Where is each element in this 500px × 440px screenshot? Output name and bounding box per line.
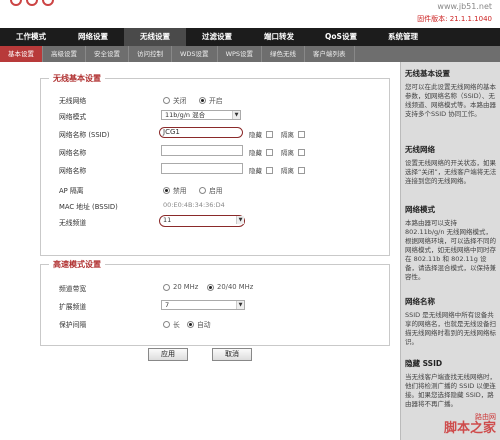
chevron-down-icon: ▼ — [236, 216, 244, 224]
ssid1-isolate-checkbox[interactable]: 隔离 — [281, 129, 305, 139]
ap-isolate-disable-radio[interactable]: 禁用 — [163, 185, 187, 195]
ssid1-hide-checkbox[interactable]: 隐藏 — [249, 129, 273, 139]
help-section: 无线网络 设置无线网络的开关状态，如果选择“关闭”，无线客户端将无法连接到您的无… — [405, 144, 497, 186]
help-title: 网络模式 — [405, 205, 435, 214]
tab-work-mode[interactable]: 工作模式 — [0, 28, 62, 46]
ssid3-isolate-checkbox[interactable]: 隔离 — [281, 165, 305, 175]
network-mode-label: 网络模式 — [59, 113, 87, 121]
tab-filter[interactable]: 过滤设置 — [186, 28, 248, 46]
basic-settings-title: 无线基本设置 — [49, 73, 105, 84]
mac-label: MAC 地址 (BSSID) — [59, 203, 118, 211]
ssid3-label: 网络名称 — [59, 167, 87, 175]
subtab-clients[interactable]: 客户端列表 — [305, 46, 355, 62]
sub-nav: 基本设置 高级设置 安全设置 访问控制 WDS设置 WPS设置 绿色无线 客户端… — [0, 46, 500, 62]
ssid2-hide-checkbox[interactable]: 隐藏 — [249, 147, 273, 157]
channel-label: 无线频道 — [59, 219, 87, 227]
ssid3-hide-checkbox[interactable]: 隐藏 — [249, 165, 273, 175]
chevron-down-icon: ▼ — [236, 301, 244, 309]
brand-logo — [8, 0, 68, 10]
advanced-settings-title: 高速模式设置 — [49, 259, 105, 270]
subtab-security[interactable]: 安全设置 — [86, 46, 129, 62]
ext-channel-label: 扩展频道 — [59, 303, 87, 311]
ssid2-isolate-checkbox[interactable]: 隔离 — [281, 147, 305, 157]
bandwidth-40-radio[interactable]: 20/40 MHz — [207, 283, 253, 291]
ssid3-input[interactable] — [161, 163, 243, 174]
advanced-settings-group: 高速模式设置 频道带宽 20 MHz 20/40 MHz 扩展频道 7 ▼ 保护间… — [40, 259, 390, 346]
mac-value: 00:E0:4B:34:36:D4 — [163, 201, 225, 209]
network-mode-select[interactable]: 11b/g/n 混合 ▼ — [161, 110, 241, 120]
subtab-green[interactable]: 绿色无线 — [262, 46, 306, 62]
help-section: 无线基本设置 您可以在此设置无线网络的基本参数，如网络名称（SSID）、无线频道… — [405, 68, 497, 119]
help-title: 无线网络 — [405, 145, 435, 154]
ap-isolate-label: AP 隔离 — [59, 187, 84, 195]
subtab-wds[interactable]: WDS设置 — [172, 46, 218, 62]
subtab-wps[interactable]: WPS设置 — [218, 46, 263, 62]
watermark: 脚本之家 — [443, 421, 496, 436]
wireless-network-label: 无线网络 — [59, 97, 87, 105]
channel-select[interactable]: 11 ▼ — [159, 215, 245, 227]
tab-port-forward[interactable]: 端口转发 — [248, 28, 310, 46]
help-section: 网络名称 SSID 是无线网络中所有设备共享的网络名，也就是无线设备扫描无线网络… — [405, 296, 497, 347]
subtab-access-control[interactable]: 访问控制 — [129, 46, 172, 62]
ext-channel-select[interactable]: 7 ▼ — [161, 300, 245, 310]
tab-qos[interactable]: QoS设置 — [310, 28, 372, 46]
top-bar: www.jb51.net 固件版本: 21.1.1.1040 — [0, 0, 500, 28]
wireless-off-radio[interactable]: 关闭 — [163, 95, 187, 105]
bandwidth-20-radio[interactable]: 20 MHz — [163, 283, 198, 291]
help-body: 本路由器可以支持 802.11b/g/n 无线网络模式，根据网络环境，可以选择不… — [405, 219, 496, 281]
help-sidebar: 无线基本设置 您可以在此设置无线网络的基本参数，如网络名称（SSID）、无线频道… — [400, 62, 500, 440]
basic-settings-group: 无线基本设置 无线网络 关闭 开启 网络模式 11b/g/n 混合 ▼ 网络名称 … — [40, 73, 390, 256]
main-nav: 工作模式 网络设置 无线设置 过滤设置 端口转发 QoS设置 系统管理 — [0, 28, 500, 46]
help-title: 无线基本设置 — [405, 69, 450, 78]
help-body: 设置无线网络的开关状态，如果选择“关闭”，无线客户端将无法连接到您的无线网络。 — [405, 159, 497, 185]
cancel-button[interactable]: 取消 — [212, 348, 252, 361]
ssid-label: 网络名称 (SSID) — [59, 131, 110, 139]
ssid2-label: 网络名称 — [59, 149, 87, 157]
help-title: 隐藏 SSID — [405, 359, 443, 368]
help-section: 网络模式 本路由器可以支持 802.11b/g/n 无线网络模式，根据网络环境，… — [405, 204, 497, 282]
ap-isolate-enable-radio[interactable]: 启用 — [199, 185, 223, 195]
help-body: SSID 是无线网络中所有设备共享的网络名，也就是无线设备扫描无线网络时看到的无… — [405, 311, 496, 346]
subtab-basic[interactable]: 基本设置 — [0, 46, 43, 62]
tab-system[interactable]: 系统管理 — [372, 28, 434, 46]
help-body: 当无线客户端查找无线网络时，他们将检测广播的 SSID 以便连接。如果您选择隐藏… — [405, 373, 496, 408]
guard-interval-label: 保护间隔 — [59, 321, 87, 329]
tab-wireless[interactable]: 无线设置 — [124, 28, 186, 46]
site-url: www.jb51.net — [437, 2, 492, 11]
help-title: 网络名称 — [405, 297, 435, 306]
guard-auto-radio[interactable]: 自动 — [187, 319, 211, 329]
tab-network[interactable]: 网络设置 — [62, 28, 124, 46]
main-content: 无线基本设置 无线网络 关闭 开启 网络模式 11b/g/n 混合 ▼ 网络名称 … — [0, 62, 400, 440]
apply-button[interactable]: 应用 — [148, 348, 188, 361]
bandwidth-label: 频道带宽 — [59, 285, 87, 293]
help-section: 隐藏 SSID 当无线客户端查找无线网络时，他们将检测广播的 SSID 以便连接… — [405, 358, 497, 409]
wireless-on-radio[interactable]: 开启 — [199, 95, 223, 105]
help-body: 您可以在此设置无线网络的基本参数，如网络名称（SSID）、无线频道、网络模式等。… — [405, 83, 496, 118]
subtab-advanced[interactable]: 高级设置 — [43, 46, 86, 62]
ssid-input[interactable]: JCG1 — [159, 127, 243, 138]
ssid2-input[interactable] — [161, 145, 243, 156]
guard-long-radio[interactable]: 长 — [163, 319, 180, 329]
firmware-version: 固件版本: 21.1.1.1040 — [417, 15, 492, 23]
chevron-down-icon: ▼ — [232, 111, 240, 119]
